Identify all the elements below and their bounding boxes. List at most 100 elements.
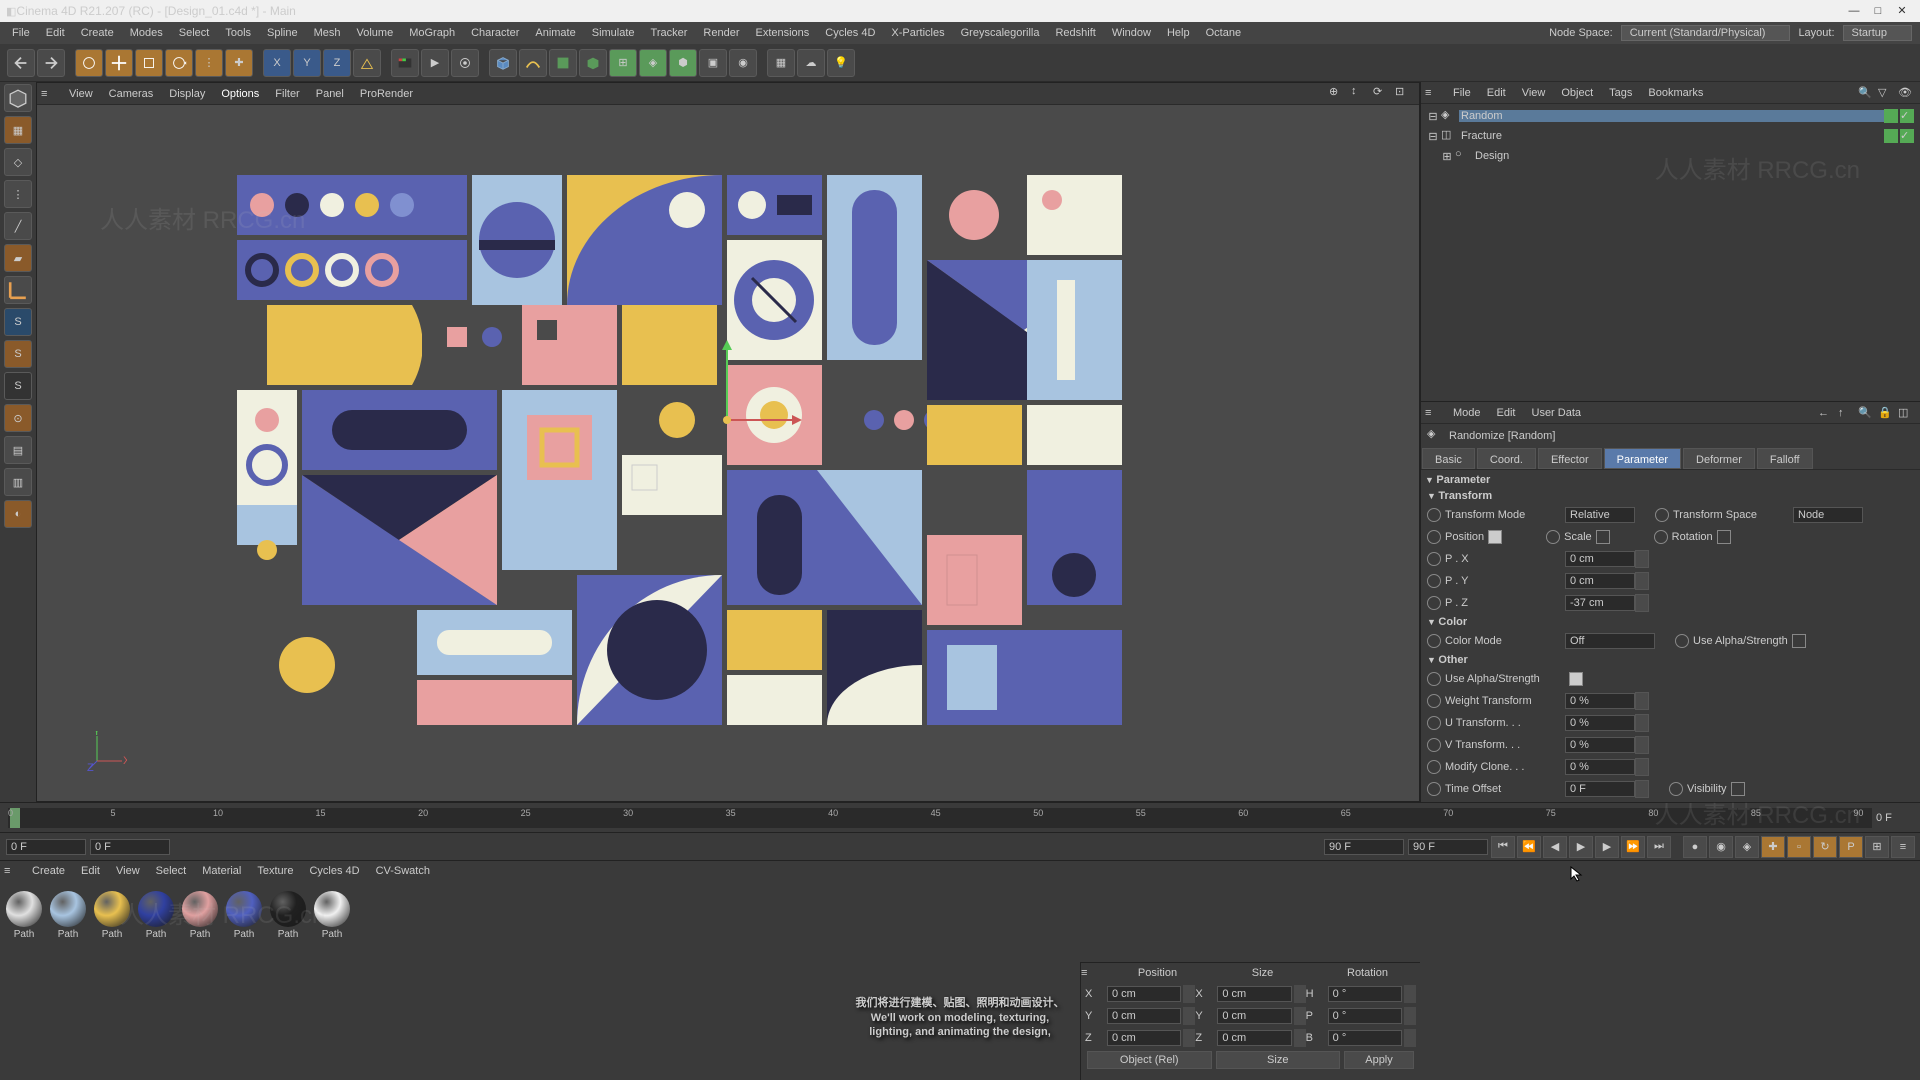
om-search-icon[interactable]: 🔍: [1858, 86, 1874, 99]
material-item[interactable]: Path: [138, 891, 174, 940]
menu-gsg[interactable]: Greyscalegorilla: [953, 22, 1048, 44]
viewport-solo2-button[interactable]: S: [4, 340, 32, 368]
menu-extensions[interactable]: Extensions: [747, 22, 817, 44]
pos-y-input[interactable]: 0 cm: [1107, 1008, 1181, 1024]
visibility-flag-icon[interactable]: [1884, 129, 1898, 143]
rot-p-input[interactable]: 0 °: [1328, 1008, 1402, 1024]
om-hamburger-icon[interactable]: ≡: [1425, 87, 1445, 99]
rot-b-input[interactable]: 0 °: [1328, 1030, 1402, 1046]
spinner-icon[interactable]: [1635, 758, 1649, 776]
object-tree[interactable]: ⊟ ◈ Random ✓ ⊟ ◫ Fracture ✓ ⊞ ○ Design: [1421, 104, 1920, 401]
bulb-button[interactable]: 💡: [827, 49, 855, 77]
anim-dot-icon[interactable]: [1427, 574, 1441, 588]
anim-dot-icon[interactable]: [1427, 782, 1441, 796]
sky-button[interactable]: ☁: [797, 49, 825, 77]
am-menu-userdata[interactable]: User Data: [1524, 407, 1590, 419]
am-lock-icon[interactable]: 🔒: [1878, 406, 1894, 419]
om-menu-edit[interactable]: Edit: [1479, 87, 1514, 99]
snap-button[interactable]: ⊙: [4, 404, 32, 432]
menu-octane[interactable]: Octane: [1198, 22, 1249, 44]
prev-key-button[interactable]: ⏪: [1517, 836, 1541, 858]
tree-node-design[interactable]: ⊞ ○ Design: [1423, 146, 1918, 166]
menu-edit[interactable]: Edit: [38, 22, 73, 44]
y-axis-lock[interactable]: Y: [293, 49, 321, 77]
cm-hamburger-icon[interactable]: ≡: [1081, 967, 1105, 979]
key-opt-button[interactable]: ≡: [1891, 836, 1915, 858]
menu-mesh[interactable]: Mesh: [306, 22, 349, 44]
cross-tool[interactable]: ✚: [225, 49, 253, 77]
spinner-icon[interactable]: [1183, 1029, 1195, 1047]
u-input[interactable]: 0 %: [1565, 715, 1635, 731]
spinner-icon[interactable]: [1635, 714, 1649, 732]
spinner-icon[interactable]: [1635, 692, 1649, 710]
vp-nav-icon-2[interactable]: ↕: [1351, 85, 1369, 103]
autokey-button[interactable]: ◉: [1709, 836, 1733, 858]
menu-character[interactable]: Character: [463, 22, 527, 44]
rotation-checkbox[interactable]: [1717, 530, 1731, 544]
vp-nav-icon-3[interactable]: ⟳: [1373, 85, 1391, 103]
soft-select-button[interactable]: ◐: [4, 500, 32, 528]
tab-deformer[interactable]: Deformer: [1683, 448, 1755, 469]
mm-hamburger-icon[interactable]: ≡: [4, 865, 24, 877]
redo-button[interactable]: [37, 49, 65, 77]
generator-button[interactable]: [549, 49, 577, 77]
mograph-effector-button[interactable]: ◈: [639, 49, 667, 77]
om-eye-icon[interactable]: 👁: [1898, 86, 1914, 99]
tree-label[interactable]: Design: [1473, 150, 1918, 162]
menu-file[interactable]: File: [4, 22, 38, 44]
anim-dot-icon[interactable]: [1655, 508, 1669, 522]
anim-dot-icon[interactable]: [1427, 716, 1441, 730]
menu-animate[interactable]: Animate: [527, 22, 583, 44]
spinner-icon[interactable]: [1183, 985, 1195, 1003]
range-end-input[interactable]: 90 F: [1408, 839, 1488, 855]
size-mode-select[interactable]: Size: [1216, 1051, 1341, 1069]
anim-dot-icon[interactable]: [1427, 530, 1441, 544]
anim-dot-icon[interactable]: [1427, 738, 1441, 752]
start-frame-input[interactable]: 0 F: [6, 839, 86, 855]
polygon-mode-button[interactable]: ▰: [4, 244, 32, 272]
mograph-cloner-button[interactable]: ⊞: [609, 49, 637, 77]
viewport-canvas[interactable]: Y X Z: [37, 105, 1419, 801]
use-alpha2-checkbox[interactable]: [1569, 672, 1583, 686]
anim-dot-icon[interactable]: [1654, 530, 1668, 544]
om-menu-bookmarks[interactable]: Bookmarks: [1640, 87, 1711, 99]
vp-nav-icon-4[interactable]: ⊡: [1395, 85, 1413, 103]
px-input[interactable]: 0 cm: [1565, 551, 1635, 567]
menu-tools[interactable]: Tools: [217, 22, 259, 44]
camera-button[interactable]: ▣: [699, 49, 727, 77]
anim-dot-icon[interactable]: [1669, 782, 1683, 796]
menu-cycles4d[interactable]: Cycles 4D: [817, 22, 883, 44]
pz-input[interactable]: -37 cm: [1565, 595, 1635, 611]
anim-dot-icon[interactable]: [1427, 634, 1441, 648]
keyframe-sel-button[interactable]: ◈: [1735, 836, 1759, 858]
axis-button[interactable]: [4, 276, 32, 304]
rotate-tool[interactable]: [165, 49, 193, 77]
spinner-icon[interactable]: [1635, 594, 1649, 612]
menu-help[interactable]: Help: [1159, 22, 1198, 44]
py-input[interactable]: 0 cm: [1565, 573, 1635, 589]
time-input[interactable]: 0 F: [1565, 781, 1635, 797]
spinner-icon[interactable]: [1404, 985, 1416, 1003]
material-item[interactable]: Path: [6, 891, 42, 940]
cube-primitive-button[interactable]: [489, 49, 517, 77]
key-pla-button[interactable]: ⊞: [1865, 836, 1889, 858]
viewport-solo-button[interactable]: S: [4, 308, 32, 336]
material-item[interactable]: Path: [50, 891, 86, 940]
spline-button[interactable]: [519, 49, 547, 77]
render-flag-icon[interactable]: ✓: [1900, 109, 1914, 123]
key-pos-button[interactable]: ✚: [1761, 836, 1785, 858]
tree-node-fracture[interactable]: ⊟ ◫ Fracture ✓: [1423, 126, 1918, 146]
am-up-icon[interactable]: ↑: [1838, 407, 1854, 419]
material-item[interactable]: Path: [314, 891, 350, 940]
om-menu-view[interactable]: View: [1514, 87, 1554, 99]
material-item[interactable]: Path: [182, 891, 218, 940]
menu-mograph[interactable]: MoGraph: [401, 22, 463, 44]
om-menu-object[interactable]: Object: [1553, 87, 1601, 99]
size-z-input[interactable]: 0 cm: [1217, 1030, 1291, 1046]
anim-dot-icon[interactable]: [1427, 672, 1441, 686]
tab-parameter[interactable]: Parameter: [1604, 448, 1681, 469]
undo-button[interactable]: [7, 49, 35, 77]
edge-mode-button[interactable]: ╱: [4, 212, 32, 240]
material-list[interactable]: PathPathPathPathPathPathPathPath: [0, 881, 1920, 950]
group-transform[interactable]: Transform: [1423, 488, 1918, 504]
